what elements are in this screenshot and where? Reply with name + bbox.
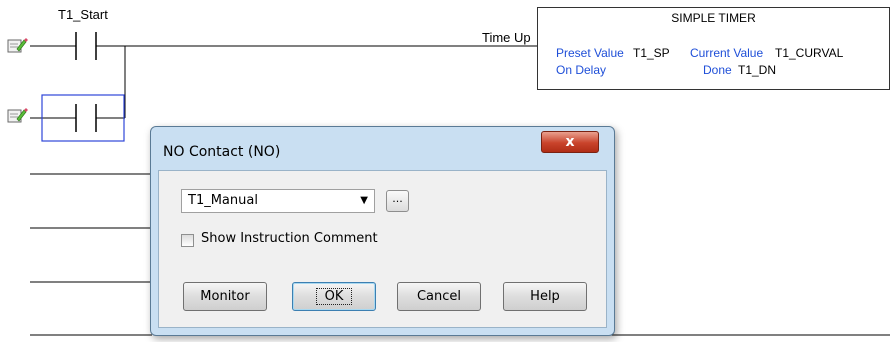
cancel-button[interactable]: Cancel (397, 282, 481, 311)
chevron-down-icon[interactable]: ▼ (360, 190, 368, 212)
dialog-client-area: T1_Manual ▼ ... Show Instruction Comment… (158, 170, 607, 328)
current-tag: T1_CURVAL (775, 46, 844, 60)
tag-select[interactable]: T1_Manual ▼ (181, 189, 375, 213)
timer-title: SIMPLE TIMER (671, 11, 756, 25)
coil-output-label: Time Up (482, 30, 531, 45)
simple-timer-block[interactable]: SIMPLE TIMER Preset Value T1_SP Current … (537, 7, 890, 90)
preset-tag: T1_SP (633, 46, 670, 60)
ok-button-label: OK (315, 288, 353, 305)
tag-select-value: T1_Manual (188, 193, 258, 208)
browse-button[interactable]: ... (386, 190, 409, 212)
current-value-label: Current Value (690, 46, 764, 60)
done-label: Done (703, 63, 732, 77)
no-contact-dialog: NO Contact (NO) x T1_Manual ▼ ... Show I… (150, 126, 615, 336)
edit-comment-icon[interactable] (7, 108, 28, 123)
close-icon[interactable]: x (541, 131, 599, 153)
done-tag: T1_DN (738, 63, 777, 77)
show-comment-label[interactable]: Show Instruction Comment (201, 231, 378, 246)
contact-1-tag: T1_Start (58, 7, 108, 22)
show-comment-checkbox[interactable] (181, 234, 194, 247)
on-delay-label: On Delay (556, 63, 607, 77)
preset-value-label: Preset Value (556, 46, 624, 60)
edit-comment-icon[interactable] (7, 38, 28, 53)
monitor-button[interactable]: Monitor (183, 282, 267, 311)
dialog-title: NO Contact (NO) (163, 144, 281, 160)
help-button[interactable]: Help (503, 282, 587, 311)
ok-button[interactable]: OK (292, 282, 376, 311)
